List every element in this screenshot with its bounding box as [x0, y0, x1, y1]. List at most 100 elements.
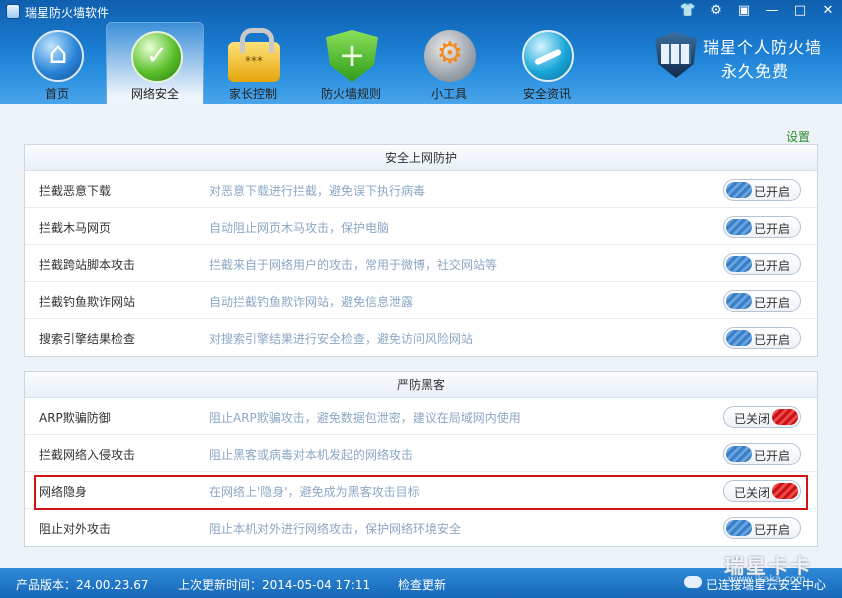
item-description: 对恶意下载进行拦截，避免误下执行病毒: [209, 184, 426, 198]
list-item: 搜索引擎结果检查 对搜索引擎结果进行安全检查，避免访问风险网站 已开启: [25, 319, 817, 356]
toggle-label: 已开启: [753, 523, 790, 537]
toggle-label: 已开启: [753, 333, 790, 347]
list-item: 拦截网络入侵攻击 阻止黑客或病毒对本机发起的网络攻击 已开启: [25, 435, 817, 472]
app-logo-icon: [6, 4, 20, 19]
toggle-switch[interactable]: 已开启: [723, 179, 801, 201]
status-bar: 产品版本：24.00.23.67 上次更新时间：2014-05-04 17:11…: [0, 568, 842, 598]
list-item: 拦截恶意下载 对恶意下载进行拦截，避免误下执行病毒 已开启: [25, 171, 817, 208]
toggle-knob: [726, 182, 752, 198]
item-description: 阻止黑客或病毒对本机发起的网络攻击: [209, 448, 414, 462]
toggle-label: 已开启: [753, 185, 790, 199]
main-nav: 首页 网络安全 家长控制 防火墙规则 小工具 安全资讯: [8, 22, 596, 104]
settings-link[interactable]: 设置: [786, 128, 810, 145]
list-item: ARP欺骗防御 阻止ARP欺骗攻击，避免数据包泄密，建议在局域网内使用 已关闭: [25, 398, 817, 435]
item-name: 网络隐身: [39, 485, 88, 499]
toggle-switch[interactable]: 已开启: [723, 290, 801, 312]
item-name: ARP欺骗防御: [39, 411, 111, 425]
product-version: 产品版本：24.00.23.67: [16, 578, 149, 592]
window-title: 瑞星防火墙软件: [25, 6, 110, 20]
nav-label: 家长控制: [228, 87, 277, 101]
panel-safe-browsing: 安全上网防护 拦截恶意下载 对恶意下载进行拦截，避免误下执行病毒 已开启 拦截木…: [24, 144, 818, 357]
maximize-icon[interactable]: □: [786, 0, 814, 22]
main-content: 设置 安全上网防护 拦截恶意下载 对恶意下载进行拦截，避免误下执行病毒 已开启 …: [0, 104, 842, 568]
cloud-icon: [684, 576, 702, 588]
toggle-knob: [772, 409, 798, 425]
toggle-label: 已开启: [753, 259, 790, 273]
brand-shield-icon: [655, 32, 697, 78]
toggle-label: 已开启: [753, 222, 790, 236]
shirt-icon[interactable]: 👕: [674, 0, 702, 22]
item-description: 自动阻止网页木马攻击，保护电脑: [209, 221, 390, 235]
globe-icon: [522, 30, 574, 82]
toggle-knob: [726, 293, 752, 309]
item-description: 阻止ARP欺骗攻击，避免数据包泄密，建议在局域网内使用: [209, 411, 521, 425]
home-icon: [32, 30, 84, 82]
last-update-time: 上次更新时间：2014-05-04 17:11: [178, 578, 371, 592]
brand: 瑞星个人防火墙 永久免费: [655, 30, 840, 81]
toggle-switch[interactable]: 已开启: [723, 216, 801, 238]
item-name: 拦截钓鱼欺诈网站: [39, 295, 136, 309]
toggle-knob: [726, 219, 752, 235]
nav-network-security[interactable]: 网络安全: [106, 22, 204, 104]
panel-anti-hacker: 严防黑客 ARP欺骗防御 阻止ARP欺骗攻击，避免数据包泄密，建议在局域网内使用…: [24, 371, 818, 547]
list-item: 拦截钓鱼欺诈网站 自动拦截钓鱼欺诈网站，避免信息泄露 已开启: [25, 282, 817, 319]
list-item: 拦截跨站脚本攻击 拦截来自于网络用户的攻击，常用于微博，社交网站等 已开启: [25, 245, 817, 282]
toggle-switch[interactable]: 已关闭: [723, 406, 801, 428]
nav-parental-control[interactable]: 家长控制: [204, 22, 302, 104]
nav-label: 网络安全: [130, 87, 179, 101]
toggle-switch[interactable]: 已开启: [723, 327, 801, 349]
brand-subtitle: 永久免费: [721, 62, 790, 81]
item-name: 阻止对外攻击: [39, 522, 112, 536]
list-item: 拦截木马网页 自动阻止网页木马攻击，保护电脑 已开启: [25, 208, 817, 245]
toggle-knob: [726, 330, 752, 346]
toggle-switch[interactable]: 已开启: [723, 253, 801, 275]
nav-label: 防火墙规则: [320, 87, 381, 101]
list-item: 网络隐身 在网络上'隐身'，避免成为黑客攻击目标 已关闭: [25, 472, 817, 509]
toggle-switch[interactable]: 已开启: [723, 443, 801, 465]
nav-label: 安全资讯: [522, 87, 571, 101]
close-icon[interactable]: ✕: [814, 0, 842, 22]
toolbox-icon: [424, 30, 476, 82]
nav-home[interactable]: 首页: [8, 22, 106, 104]
toggle-label: 已开启: [753, 296, 790, 310]
nav-security-news[interactable]: 安全资讯: [498, 22, 596, 104]
network-security-icon: [131, 31, 183, 83]
item-description: 对搜索引擎结果进行安全检查，避免访问风险网站: [209, 332, 474, 346]
watermark-url: www.ikaka.com: [728, 574, 806, 585]
toggle-knob: [726, 256, 752, 272]
panel-title: 严防黑客: [25, 372, 817, 398]
toggle-label: 已开启: [753, 449, 790, 463]
nav-firewall-rules[interactable]: 防火墙规则: [302, 22, 400, 104]
toggle-label: 已关闭: [734, 486, 771, 500]
toggle-knob: [726, 446, 752, 462]
firewall-window: 瑞星防火墙软件 👕 ⚙ ▣ — □ ✕ 首页 网络安全 家长控制: [0, 0, 842, 598]
toggle-knob: [726, 520, 752, 536]
gear-icon[interactable]: ⚙: [702, 0, 730, 22]
minimize-icon[interactable]: —: [758, 0, 786, 22]
list-item: 阻止对外攻击 阻止本机对外进行网络攻击，保护网络环境安全 已开启: [25, 509, 817, 546]
item-name: 搜索引擎结果检查: [39, 332, 136, 346]
shield-icon: [326, 30, 378, 82]
item-name: 拦截网络入侵攻击: [39, 448, 136, 462]
item-description: 阻止本机对外进行网络攻击，保护网络环境安全: [209, 522, 462, 536]
title-bar[interactable]: 瑞星防火墙软件 👕 ⚙ ▣ — □ ✕: [0, 0, 842, 24]
watermark: 瑞星卡卡 www.ikaka.com: [724, 550, 842, 598]
nav-label: 首页: [44, 87, 69, 101]
nav-label: 小工具: [430, 87, 467, 101]
toggle-switch[interactable]: 已开启: [723, 517, 801, 539]
nav-tools[interactable]: 小工具: [400, 22, 498, 104]
lock-icon: [228, 28, 280, 82]
check-update-link[interactable]: 检查更新: [398, 576, 446, 593]
toggle-label: 已关闭: [734, 412, 771, 426]
toggle-switch[interactable]: 已关闭: [723, 480, 801, 502]
item-description: 拦截来自于网络用户的攻击，常用于微博，社交网站等: [209, 258, 498, 272]
item-name: 拦截跨站脚本攻击: [39, 258, 136, 272]
header: 瑞星防火墙软件 👕 ⚙ ▣ — □ ✕ 首页 网络安全 家长控制: [0, 0, 842, 104]
window-controls: 👕 ⚙ ▣ — □ ✕: [674, 0, 842, 22]
brand-title: 瑞星个人防火墙: [703, 38, 823, 57]
panel-title: 安全上网防护: [25, 145, 817, 171]
menu-icon[interactable]: ▣: [730, 0, 758, 22]
item-name: 拦截木马网页: [39, 221, 112, 235]
item-name: 拦截恶意下载: [39, 184, 112, 198]
item-description: 自动拦截钓鱼欺诈网站，避免信息泄露: [209, 295, 414, 309]
